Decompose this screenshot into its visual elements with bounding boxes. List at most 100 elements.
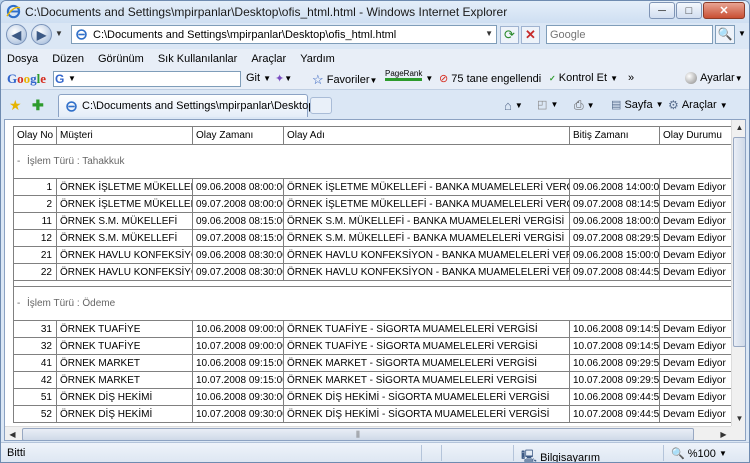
- cell-event-time: 09.07.2008 08:30:00: [192, 263, 284, 281]
- maximize-button[interactable]: □: [676, 2, 702, 19]
- settings-button[interactable]: Ayarlar ▼: [685, 72, 743, 84]
- page-icon: ▤: [611, 99, 622, 111]
- cell-event-no: 12: [13, 229, 57, 247]
- col-header-event-status[interactable]: Olay Durumu: [659, 126, 731, 145]
- menu-edit[interactable]: Düzen: [52, 53, 84, 65]
- col-header-end-time[interactable]: Bitiş Zamanı: [569, 126, 660, 145]
- search-input[interactable]: [550, 27, 710, 43]
- group-header-cell: - İşlem Türü : Tahakkuk: [13, 144, 731, 179]
- table-row[interactable]: 32 ÖRNEK TUAFİYE 10.07.2008 09:00:00 ÖRNEK …: [13, 337, 731, 355]
- feeds-button[interactable]: ◰ ▼: [537, 98, 558, 111]
- group-header-row: - İşlem Türü : Ödeme: [13, 286, 731, 321]
- cell-event-status: Devam Ediyor: [659, 337, 731, 355]
- minimize-button[interactable]: ─: [649, 2, 675, 19]
- home-icon: ⌂: [504, 98, 512, 113]
- google-logo[interactable]: Google: [7, 71, 46, 87]
- horizontal-scroll-thumb[interactable]: ⫼: [22, 428, 694, 440]
- window-title: C:\Documents and Settings\mpirpanlar\Des…: [25, 5, 508, 19]
- cell-customer: ÖRNEK TUAFİYE: [56, 337, 193, 355]
- table-row[interactable]: 51 ÖRNEK DİŞ HEKİMİ 10.06.2008 09:30:00 ÖRN…: [13, 388, 731, 406]
- favorites-center-icon[interactable]: ★: [9, 97, 22, 114]
- col-header-event-no[interactable]: Olay No: [13, 126, 57, 145]
- scroll-up-button[interactable]: ▲: [732, 120, 745, 135]
- menu-help[interactable]: Yardım: [300, 53, 335, 65]
- cell-customer: ÖRNEK HAVLU KONFEKSİYON: [56, 263, 193, 281]
- cell-event-time: 09.06.2008 08:00:00: [192, 178, 284, 196]
- vertical-scroll-thumb[interactable]: [733, 137, 745, 347]
- cell-event-no: 1: [13, 178, 57, 196]
- scroll-corner: [731, 426, 745, 440]
- search-button[interactable]: 🔍: [715, 25, 735, 44]
- print-button[interactable]: ⎙ ▼: [574, 98, 595, 113]
- search-options-dropdown[interactable]: ▼: [738, 29, 746, 38]
- scroll-down-button[interactable]: ▼: [732, 411, 745, 426]
- table-row[interactable]: 12 ÖRNEK S.M. MÜKELLEFİ 09.07.2008 08:15:0…: [13, 229, 731, 247]
- address-dropdown[interactable]: ▼: [485, 29, 493, 38]
- table-row[interactable]: 2 ÖRNEK İŞLETME MÜKELLEFİ 09.07.2008 08:00…: [13, 195, 731, 213]
- table-row[interactable]: 31 ÖRNEK TUAFİYE 10.06.2008 09:00:00 ÖRNEK …: [13, 320, 731, 338]
- page-menu-label: Sayfa: [624, 98, 653, 111]
- home-button[interactable]: ⌂ ▼: [504, 98, 523, 113]
- new-tab-button[interactable]: [310, 97, 332, 114]
- vertical-scrollbar[interactable]: ▲ ▼: [731, 120, 745, 426]
- tab-label: C:\Documents and Settings\mpirpanlar\Des…: [82, 100, 324, 112]
- back-button[interactable]: ◀: [6, 24, 27, 45]
- google-search-input[interactable]: G ▼: [53, 71, 241, 87]
- stop-button[interactable]: ✕: [521, 26, 540, 44]
- table-row[interactable]: 11 ÖRNEK S.M. MÜKELLEFİ 09.06.2008 08:15:0…: [13, 212, 731, 230]
- table-row[interactable]: 22 ÖRNEK HAVLU KONFEKSİYON 09.07.2008 08:3…: [13, 263, 731, 281]
- popup-blocker[interactable]: ⊘ 75 tane engellendi: [439, 72, 542, 86]
- address-bar[interactable]: C:\Documents and Settings\mpirpanlar\Des…: [71, 25, 497, 44]
- table-row[interactable]: 1 ÖRNEK İŞLETME MÜKELLEFİ 09.06.2008 08:00…: [13, 178, 731, 196]
- settings-label: Ayarlar: [700, 72, 735, 84]
- menu-file[interactable]: Dosya: [7, 53, 38, 65]
- col-header-customer[interactable]: Müşteri: [56, 126, 193, 145]
- cell-end-time: 09.06.2008 18:00:00: [569, 212, 660, 230]
- security-zone[interactable]: 🖳 Bilgisayarım: [521, 447, 600, 463]
- menu-favorites[interactable]: Sık Kullanılanlar: [158, 53, 238, 65]
- cell-customer: ÖRNEK HAVLU KONFEKSİYON: [56, 246, 193, 264]
- cell-customer: ÖRNEK İŞLETME MÜKELLEFİ: [56, 178, 193, 196]
- google-search-dropdown[interactable]: ▼: [68, 74, 76, 83]
- cell-end-time: 09.07.2008 08:44:59: [569, 263, 660, 281]
- forward-button[interactable]: ▶: [31, 24, 52, 45]
- horizontal-scrollbar[interactable]: ◀ ⫼ ▶: [5, 426, 731, 440]
- puzzle-icon[interactable]: ✦ ▼: [275, 72, 292, 85]
- google-go-button[interactable]: Git ▼: [246, 72, 271, 84]
- table-row[interactable]: 52 ÖRNEK DİŞ HEKİMİ 10.07.2008 09:30:00 ÖRN…: [13, 405, 731, 423]
- collapse-group-icon[interactable]: -: [17, 156, 27, 167]
- zoom-control[interactable]: 🔍 %100 ▼: [671, 447, 727, 461]
- blocked-count: 75 tane engellendi: [451, 72, 542, 85]
- history-dropdown[interactable]: ▼: [55, 29, 63, 38]
- scroll-right-button[interactable]: ▶: [716, 427, 731, 440]
- refresh-button[interactable]: ⟳: [500, 26, 519, 44]
- table-row[interactable]: 42 ÖRNEK MARKET 10.07.2008 09:15:00 ÖRNEK M…: [13, 371, 731, 389]
- favorites-button[interactable]: ☆ Favoriler ▼: [312, 72, 377, 88]
- cell-event-time: 09.07.2008 08:15:00: [192, 229, 284, 247]
- spellcheck-button[interactable]: ✓ Kontrol Et ▼: [549, 72, 618, 84]
- table-row[interactable]: 41 ÖRNEK MARKET 10.06.2008 09:15:00 ÖRNEK M…: [13, 354, 731, 372]
- col-header-event-time[interactable]: Olay Zamanı: [192, 126, 284, 145]
- search-box[interactable]: [546, 25, 713, 44]
- google-toolbar: Google G ▼ Git ▼ ✦ ▼ ☆ Favoriler ▼ PageRa…: [1, 68, 749, 90]
- scroll-left-button[interactable]: ◀: [5, 427, 20, 440]
- col-header-event-name[interactable]: Olay Adı: [283, 126, 570, 145]
- close-button[interactable]: ✕: [703, 2, 745, 19]
- page-menu-button[interactable]: ▤ Sayfa ▼: [611, 98, 664, 112]
- cell-event-time: 09.06.2008 08:30:00: [192, 246, 284, 264]
- table-row[interactable]: 21 ÖRNEK HAVLU KONFEKSİYON 09.06.2008 08:3…: [13, 246, 731, 264]
- tools-menu-button[interactable]: ⚙ Araçlar ▼: [668, 98, 728, 112]
- cell-event-no: 11: [13, 212, 57, 230]
- tab-ofis-html[interactable]: C:\Documents and Settings\mpirpanlar\Des…: [58, 94, 324, 117]
- toolbar-more-button[interactable]: »: [628, 72, 634, 84]
- menu-view[interactable]: Görünüm: [98, 53, 144, 65]
- add-favorite-icon[interactable]: ✚: [32, 97, 44, 114]
- computer-icon: 🖳: [521, 449, 538, 463]
- spellcheck-icon: ✓: [549, 73, 556, 83]
- cell-event-status: Devam Ediyor: [659, 371, 731, 389]
- menu-tools[interactable]: Araçlar: [251, 53, 286, 65]
- pagerank-button[interactable]: PageRank ▼: [385, 69, 433, 84]
- gear-icon: ⚙: [668, 98, 679, 112]
- cell-customer: ÖRNEK MARKET: [56, 354, 193, 372]
- collapse-group-icon[interactable]: -: [17, 298, 27, 309]
